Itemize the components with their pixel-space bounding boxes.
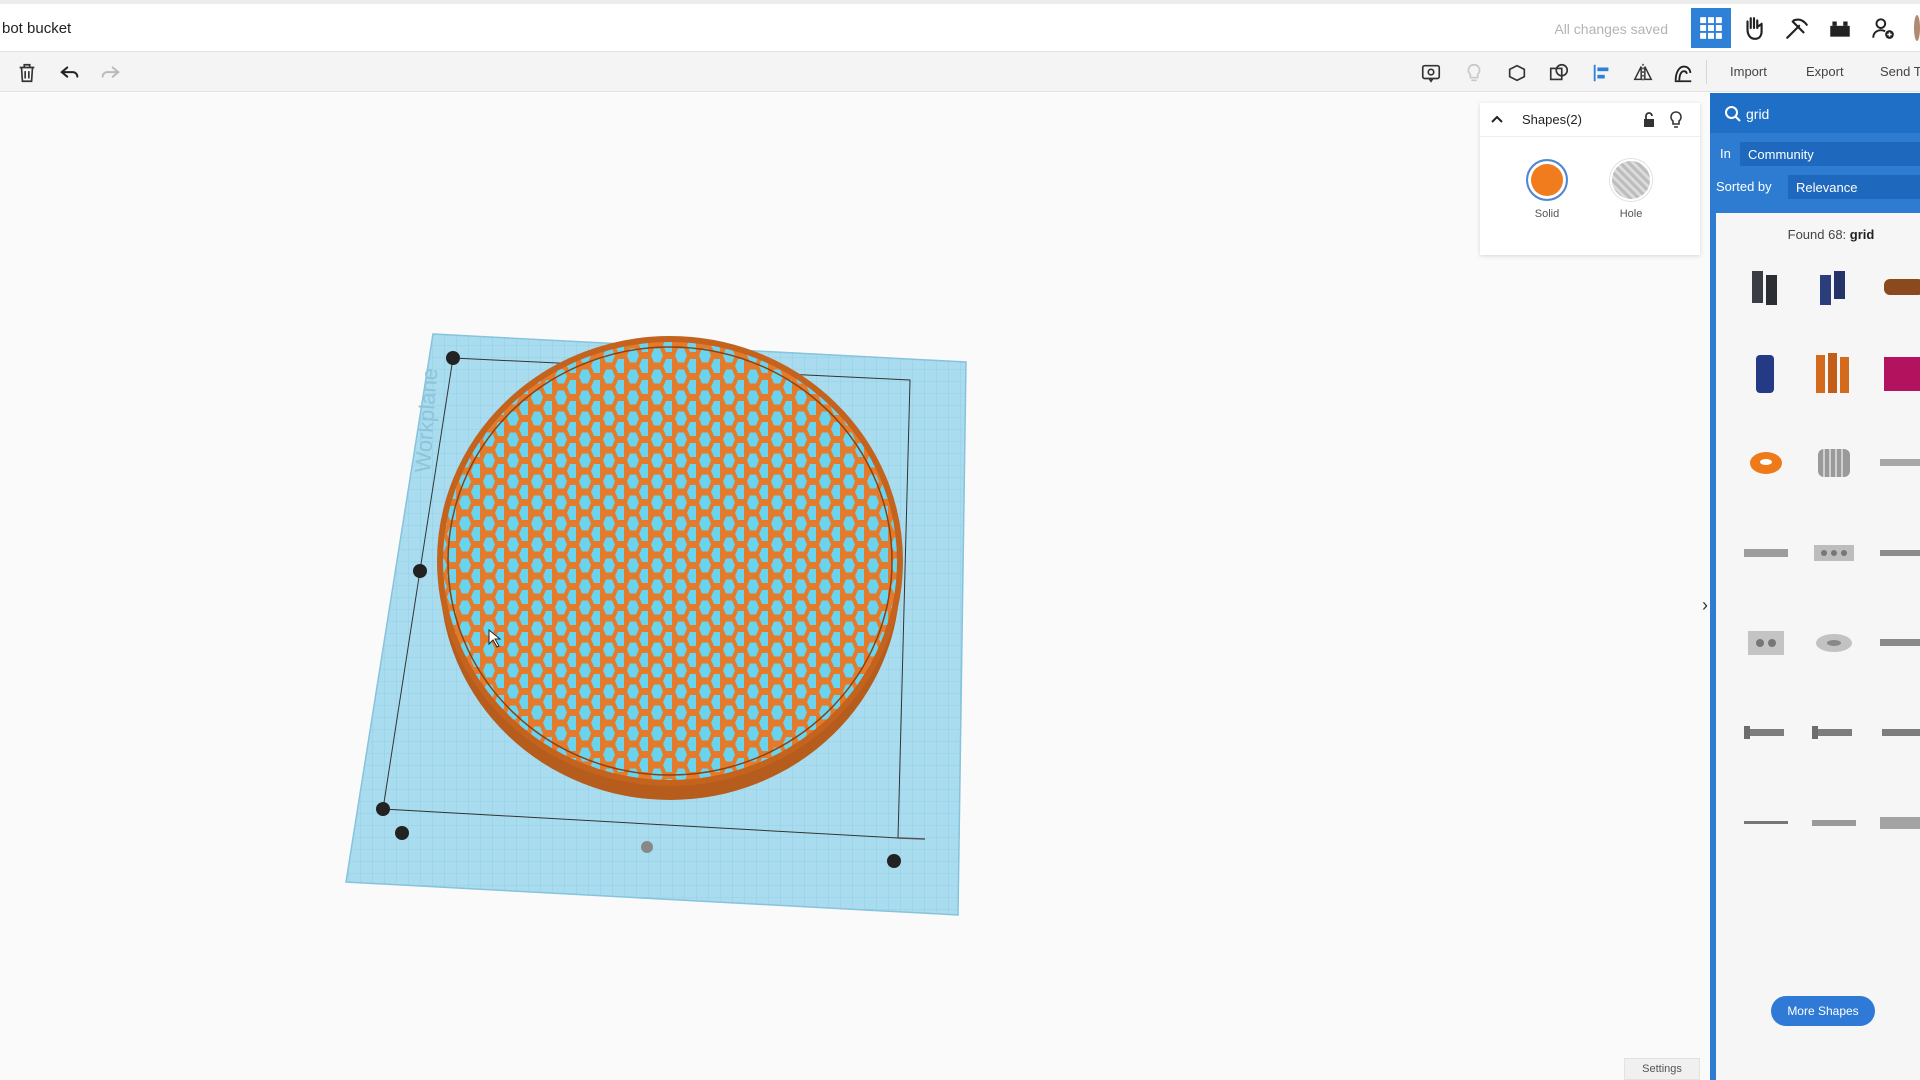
solid-label: Solid [1517, 208, 1577, 220]
sort-select[interactable]: Relevance [1788, 175, 1920, 199]
cruise-icon[interactable] [1668, 58, 1698, 88]
sort-label: Sorted by [1716, 179, 1772, 194]
avatar[interactable] [1904, 8, 1920, 48]
note-icon[interactable] [1416, 58, 1446, 88]
shape-thumb[interactable] [1872, 341, 1920, 405]
in-select[interactable]: Community [1740, 142, 1920, 166]
sort-row: Sorted by Relevance [1710, 171, 1920, 201]
light-bulb-icon[interactable] [1667, 110, 1685, 130]
settings-button[interactable]: Settings [1624, 1058, 1700, 1080]
save-status: All changes saved [1554, 21, 1668, 37]
search-bar [1710, 93, 1920, 133]
export-button[interactable]: Export [1806, 64, 1844, 79]
shape-thumb[interactable] [1872, 521, 1920, 585]
shape-thumb[interactable] [1804, 255, 1864, 319]
grid-view-icon[interactable] [1691, 8, 1731, 48]
shape-thumb[interactable] [1736, 611, 1796, 675]
resize-handle[interactable] [376, 802, 390, 816]
shape-thumb[interactable] [1736, 255, 1796, 319]
filter-in-row: In Community [1710, 138, 1920, 168]
more-shapes-button[interactable]: More Shapes [1771, 996, 1875, 1026]
resize-handle[interactable] [413, 564, 427, 578]
in-label: In [1720, 146, 1731, 161]
undo-icon[interactable] [55, 58, 85, 88]
resize-handle[interactable] [446, 351, 460, 365]
hole-label: Hole [1601, 208, 1661, 220]
pickaxe-icon[interactable] [1777, 8, 1817, 48]
search-input[interactable] [1746, 103, 1916, 125]
solid-color-swatch[interactable] [1526, 159, 1568, 201]
shapes-panel: In Community Sorted by Relevance Found 6… [1710, 93, 1920, 1080]
shape-thumb[interactable] [1804, 431, 1864, 495]
shape-thumb[interactable] [1872, 611, 1920, 675]
delete-icon[interactable] [12, 58, 42, 88]
shape-thumb[interactable] [1804, 521, 1864, 585]
top-bar: bot bucket All changes saved [0, 0, 1920, 52]
document-title[interactable]: bot bucket [2, 20, 71, 37]
shape-thumb[interactable] [1872, 791, 1920, 855]
results-count-term: grid [1850, 227, 1875, 242]
add-user-icon[interactable] [1863, 8, 1903, 48]
results-count: Found 68: grid [1716, 227, 1920, 242]
send-to-button[interactable]: Send To [1880, 64, 1920, 79]
shape-thumb[interactable] [1736, 521, 1796, 585]
lock-icon[interactable] [1640, 111, 1658, 129]
inspector-header: Shapes(2) [1480, 103, 1700, 137]
workplane-scene[interactable]: Workplane [0, 93, 1710, 1080]
tinker-hand-icon[interactable] [1734, 8, 1774, 48]
bricks-icon[interactable] [1820, 8, 1860, 48]
hole-swatch[interactable] [1610, 159, 1652, 201]
toolbar-divider [1706, 60, 1707, 84]
shape-thumb[interactable] [1736, 341, 1796, 405]
shape-thumb[interactable] [1804, 341, 1864, 405]
search-icon [1724, 105, 1742, 123]
light-bulb-icon[interactable] [1459, 58, 1489, 88]
shape-group-icon[interactable] [1502, 58, 1532, 88]
top-accent-line [0, 0, 1920, 4]
shape-inspector: Shapes(2) Solid Hole [1480, 103, 1700, 255]
shape-thumb[interactable] [1736, 431, 1796, 495]
shape-thumb[interactable] [1804, 611, 1864, 675]
shape-thumb[interactable] [1804, 701, 1864, 765]
search-results: Found 68: grid More Shapes [1716, 213, 1920, 1080]
results-count-prefix: Found 68: [1788, 227, 1847, 242]
import-button[interactable]: Import [1730, 64, 1767, 79]
shape-thumb[interactable] [1872, 255, 1920, 319]
redo-icon[interactable] [95, 58, 125, 88]
resize-handle[interactable] [887, 854, 901, 868]
chevron-up-icon[interactable] [1488, 111, 1506, 129]
shape-thumb[interactable] [1872, 431, 1920, 495]
toolbar: Import Export Send To [0, 52, 1920, 92]
shape-subtract-icon[interactable] [1544, 58, 1574, 88]
inspector-title: Shapes(2) [1522, 112, 1582, 127]
height-handle[interactable] [641, 841, 653, 853]
mirror-icon[interactable] [1628, 58, 1658, 88]
canvas-viewport[interactable]: Workplane [0, 93, 1710, 1080]
shape-thumb[interactable] [1736, 701, 1796, 765]
shape-thumb[interactable] [1804, 791, 1864, 855]
shape-thumb[interactable] [1736, 791, 1796, 855]
shape-thumb[interactable] [1872, 701, 1920, 765]
align-icon[interactable] [1587, 58, 1617, 88]
resize-handle[interactable] [395, 826, 409, 840]
